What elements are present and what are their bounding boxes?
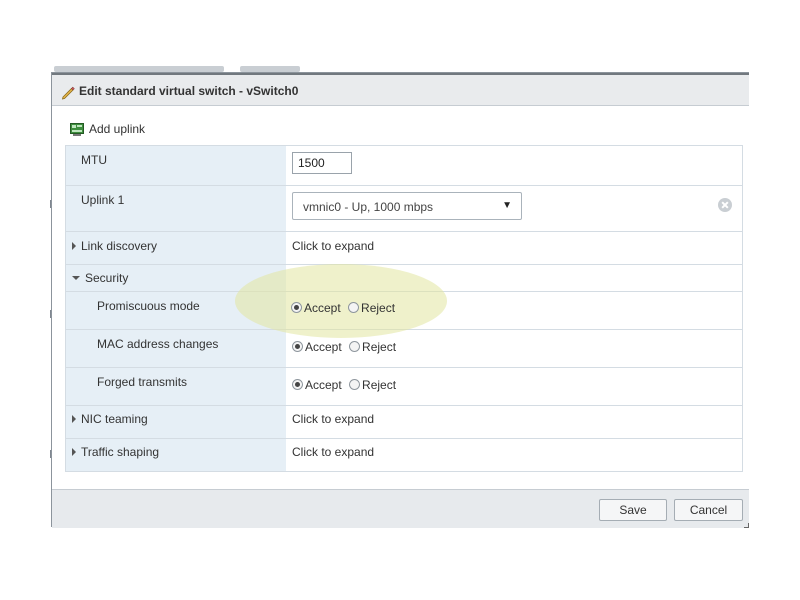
nic-teaming-label: NIC teaming [81,412,148,426]
promiscuous-radio-group: Accept Reject [291,301,399,315]
reject-label[interactable]: Reject [362,340,396,354]
pencil-icon [61,86,75,100]
row-mac-address-changes: MAC address changes Accept Reject [66,330,742,368]
mac-changes-reject-radio[interactable] [349,341,361,352]
security-label: Security [85,271,129,285]
forged-reject-radio[interactable] [349,379,361,390]
accept-label[interactable]: Accept [305,378,342,392]
accept-label[interactable]: Accept [305,340,342,354]
row-uplink-1: Uplink 1 vmnic0 - Up, 1000 mbps ▼ [66,186,742,232]
link-discovery-label: Link discovery [81,239,158,253]
row-link-discovery[interactable]: Link discovery Click to expand [66,232,742,265]
accept-label[interactable]: Accept [304,301,341,315]
promiscuous-reject-radio[interactable] [348,302,360,313]
row-nic-teaming[interactable]: NIC teaming Click to expand [66,406,742,439]
mac-changes-radio-group: Accept Reject [292,340,400,354]
add-uplink-label: Add uplink [89,122,146,136]
mtu-input[interactable] [292,152,352,174]
nic-teaming-expand-link[interactable]: Click to expand [292,412,374,426]
promiscuous-accept-radio[interactable] [291,302,302,313]
expand-arrow-icon [72,415,76,423]
promiscuous-mode-label: Promiscuous mode [97,299,200,313]
forged-transmits-label: Forged transmits [97,375,188,389]
traffic-shaping-label: Traffic shaping [81,445,160,459]
dialog-title: Edit standard virtual switch - vSwitch0 [79,84,299,98]
mac-address-changes-label: MAC address changes [97,337,219,351]
uplink-1-label: Uplink 1 [81,193,125,207]
nic-teaming-toggle[interactable]: NIC teaming [72,412,148,426]
row-forged-transmits: Forged transmits Accept Reject [66,368,742,406]
uplink-1-select[interactable]: vmnic0 - Up, 1000 mbps ▼ [292,192,522,220]
traffic-shaping-expand-link[interactable]: Click to expand [292,445,374,459]
dialog-title-bar: Edit standard virtual switch - vSwitch0 [52,73,749,106]
uplink-1-selected-value: vmnic0 - Up, 1000 mbps [303,200,434,214]
link-discovery-toggle[interactable]: Link discovery [72,239,157,253]
mtu-label: MTU [81,153,107,167]
reject-label[interactable]: Reject [362,378,396,392]
dropdown-arrow-icon: ▼ [502,200,512,211]
save-button[interactable]: Save [599,499,667,521]
resize-grip[interactable] [744,523,749,528]
link-discovery-expand-link[interactable]: Click to expand [292,239,374,253]
remove-uplink-icon[interactable] [718,198,732,212]
traffic-shaping-toggle[interactable]: Traffic shaping [72,445,159,459]
row-traffic-shaping[interactable]: Traffic shaping Click to expand [66,439,742,471]
mac-changes-accept-radio[interactable] [292,341,303,352]
row-mtu: MTU [66,146,742,186]
cancel-button[interactable]: Cancel [674,499,743,521]
expand-arrow-icon [72,242,76,250]
dialog-footer: Save Cancel [52,489,749,528]
forged-accept-radio[interactable] [292,379,303,390]
reject-label[interactable]: Reject [361,301,395,315]
forged-radio-group: Accept Reject [292,378,400,392]
network-card-add-icon [70,123,84,136]
security-toggle[interactable]: Security [72,271,128,285]
expand-arrow-icon [72,448,76,456]
collapse-arrow-icon [72,276,80,280]
